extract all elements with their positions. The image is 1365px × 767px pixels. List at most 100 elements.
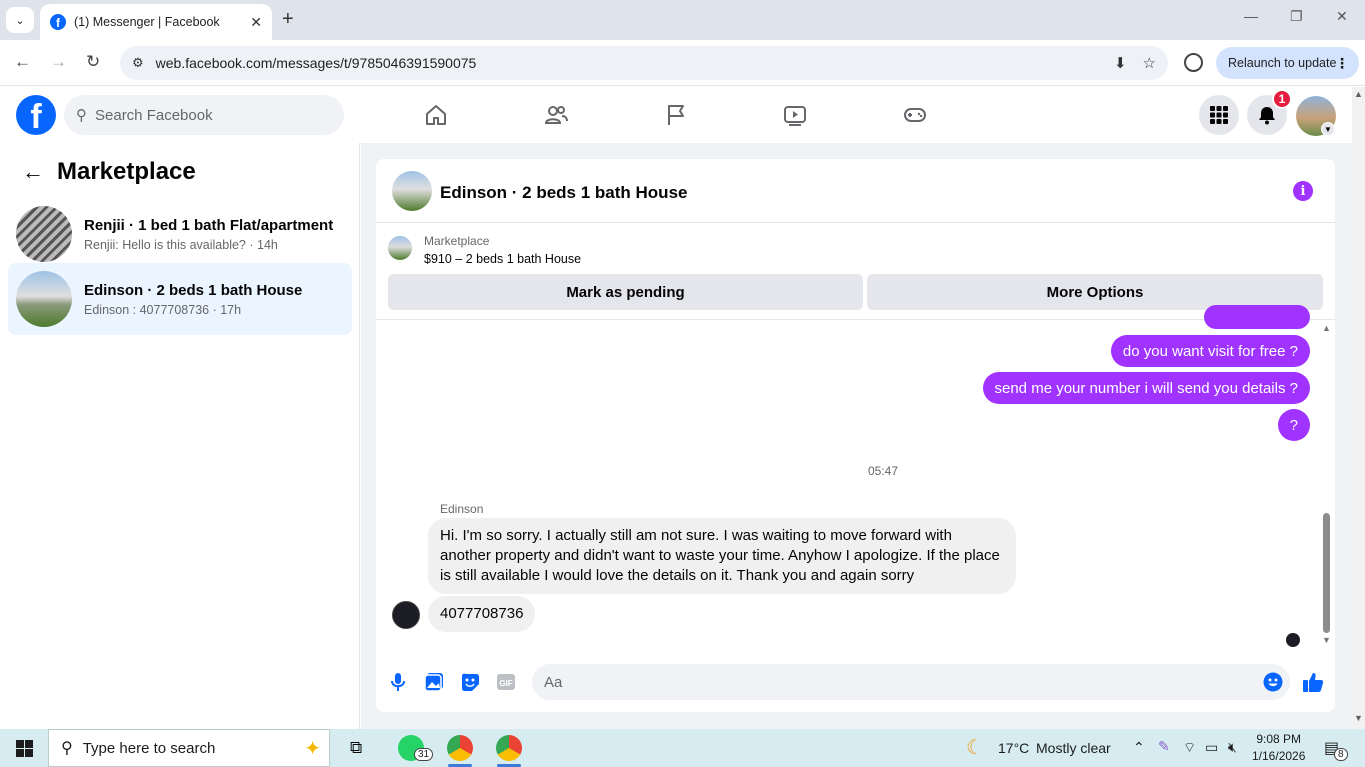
facebook-header: f ⚲	[0, 87, 1352, 143]
facebook-search[interactable]: ⚲	[64, 95, 344, 135]
friends-icon[interactable]	[544, 103, 568, 127]
gaming-icon[interactable]	[903, 103, 927, 127]
conversation-name: Renjii · 1 bed 1 bath Flat/apartment	[84, 216, 334, 234]
chrome-icon[interactable]	[447, 735, 473, 761]
browser-tabstrip: ⌄ f (1) Messenger | Facebook ✕ + — ❐ ✕	[0, 0, 1365, 40]
task-view-icon[interactable]: ⧉	[350, 738, 362, 758]
message-input[interactable]	[532, 664, 1290, 700]
scroll-down-arrow-icon[interactable]: ▼	[1322, 635, 1331, 645]
bell-icon	[1259, 107, 1275, 125]
chat-window: Edinson · 2 beds 1 bath House i Marketpl…	[376, 159, 1335, 712]
chevron-up-icon[interactable]: ⌃	[1133, 739, 1145, 756]
message-thread: do you want visit for free ? send me you…	[376, 305, 1335, 651]
info-icon[interactable]: i	[1293, 181, 1313, 201]
clock-date: 1/16/2026	[1252, 749, 1306, 763]
conversation-preview: Edinson : 4077708736 · 17h	[84, 302, 242, 317]
message-bubble-outgoing-partial	[1204, 305, 1310, 329]
seen-by-avatar	[1286, 633, 1300, 647]
search-icon: ⚲	[61, 740, 73, 757]
menu-grid-button[interactable]	[1199, 95, 1239, 135]
new-tab-button[interactable]: +	[282, 8, 294, 31]
chevron-down-icon[interactable]: ▼	[1321, 122, 1335, 136]
message-bubble-outgoing: send me your number i will send you deta…	[982, 372, 1310, 404]
sparkle-icon[interactable]: ✦	[304, 736, 321, 761]
gif-icon[interactable]: GIF	[494, 670, 518, 694]
weather-temperature[interactable]: 17°C	[998, 740, 1029, 756]
minimize-icon[interactable]: —	[1244, 8, 1258, 24]
weather-description[interactable]: Mostly clear	[1036, 740, 1111, 756]
svg-text:GIF: GIF	[499, 679, 512, 688]
reload-icon[interactable]: ↻	[86, 52, 100, 72]
home-icon[interactable]	[424, 103, 448, 127]
window-close-icon[interactable]: ✕	[1336, 8, 1348, 25]
taskbar-search[interactable]: ⚲ Type here to search ✦	[48, 729, 330, 767]
back-arrow-icon[interactable]: ←	[14, 52, 31, 72]
message-timestamp: 05:47	[868, 464, 899, 478]
scroll-down-arrow-icon[interactable]: ▼	[1354, 713, 1363, 723]
page-title: Marketplace	[57, 158, 196, 185]
url-text[interactable]: web.facebook.com/messages/t/978504639159…	[156, 55, 1098, 71]
pen-icon[interactable]: ✎	[1158, 738, 1170, 755]
bookmark-star-icon[interactable]: ☆	[1143, 54, 1156, 72]
kebab-menu-icon[interactable]: ⋮	[1335, 55, 1349, 72]
scroll-up-arrow-icon[interactable]: ▲	[1322, 323, 1331, 333]
mark-as-pending-button[interactable]: Mark as pending	[388, 274, 863, 310]
facebook-search-input[interactable]	[95, 106, 315, 124]
wifi-icon[interactable]: ⌔	[1183, 739, 1196, 757]
listing-source: Marketplace	[424, 234, 490, 248]
relaunch-label: Relaunch to update	[1228, 56, 1337, 70]
chat-listing-thumbnail[interactable]	[392, 171, 432, 211]
listing-thumbnail	[16, 271, 72, 327]
tab-search-menu-button[interactable]: ⌄	[6, 7, 34, 33]
conversation-item-renjii[interactable]: Renjii · 1 bed 1 bath Flat/apartment Ren…	[8, 198, 352, 270]
install-app-icon[interactable]: ⬇	[1114, 54, 1127, 72]
page-scrollbar[interactable]: ▲ ▼	[1352, 87, 1365, 729]
notification-count-badge: 1	[1272, 89, 1292, 109]
facebook-logo-icon[interactable]: f	[16, 95, 56, 135]
thumbs-up-icon[interactable]	[1301, 670, 1325, 694]
browser-tab-messenger[interactable]: f (1) Messenger | Facebook ✕	[40, 4, 272, 40]
windows-taskbar: ⚲ Type here to search ✦ ⧉ 31 ☾ 17°C Most…	[0, 729, 1365, 767]
pages-flag-icon[interactable]	[664, 103, 688, 127]
taskbar-search-placeholder: Type here to search	[82, 739, 216, 757]
microphone-icon[interactable]	[386, 670, 410, 694]
listing-price[interactable]: $910 – 2 beds 1 bath House	[424, 252, 581, 266]
battery-icon[interactable]: ▭	[1205, 739, 1218, 756]
address-bar[interactable]: ⚙ web.facebook.com/messages/t/9785046391…	[120, 46, 1168, 80]
notification-center-badge: 8	[1334, 748, 1348, 761]
sticker-icon[interactable]	[458, 670, 482, 694]
weather-moon-icon[interactable]: ☾	[966, 735, 984, 760]
message-scrollbar[interactable]: ▲ ▼	[1320, 323, 1332, 648]
scrollbar-thumb[interactable]	[1323, 513, 1330, 633]
sender-name: Edinson	[440, 502, 484, 516]
conversation-item-edinson[interactable]: Edinson · 2 beds 1 bath House Edinson : …	[8, 263, 352, 335]
volume-muted-icon[interactable]: 🔇︎	[1228, 739, 1237, 756]
site-settings-icon[interactable]: ⚙	[132, 55, 144, 71]
tab-title: (1) Messenger | Facebook	[74, 15, 220, 29]
chat-title[interactable]: Edinson · 2 beds 1 bath House	[440, 183, 687, 203]
browser-toolbar: ← → ↻ ⚙ web.facebook.com/messages/t/9785…	[0, 40, 1365, 86]
browser-profile-icon[interactable]	[1184, 53, 1203, 72]
emoji-icon[interactable]	[1261, 670, 1285, 694]
listing-summary: Marketplace $910 – 2 beds 1 bath House M…	[376, 224, 1335, 320]
message-bubble-incoming: Hi. I'm so sorry. I actually still am no…	[428, 518, 1016, 594]
restore-icon[interactable]: ❐	[1290, 8, 1303, 25]
clock-time: 9:08 PM	[1256, 732, 1302, 746]
conversation-preview: Renjii: Hello is this available? · 14h	[84, 237, 278, 252]
relaunch-to-update-button[interactable]: Relaunch to update ⋮	[1216, 47, 1359, 79]
message-bubble-incoming: 4077708736	[428, 596, 536, 632]
system-clock[interactable]: 9:08 PM 1/16/2026	[1252, 731, 1305, 765]
windows-start-icon[interactable]	[16, 740, 33, 757]
facebook-favicon-icon: f	[50, 14, 66, 30]
scroll-up-arrow-icon[interactable]: ▲	[1354, 89, 1363, 99]
tab-close-icon[interactable]: ✕	[250, 14, 262, 31]
photo-attach-icon[interactable]	[422, 670, 446, 694]
back-arrow-icon[interactable]: ←	[22, 159, 44, 185]
forward-arrow-icon[interactable]: →	[50, 52, 67, 72]
grid-icon	[1210, 106, 1228, 124]
listing-small-thumbnail[interactable]	[388, 236, 412, 260]
sender-avatar[interactable]	[392, 601, 420, 629]
chrome-profile-icon[interactable]	[496, 735, 522, 761]
message-bubble-outgoing: ?	[1277, 409, 1310, 441]
video-icon[interactable]	[783, 103, 807, 127]
